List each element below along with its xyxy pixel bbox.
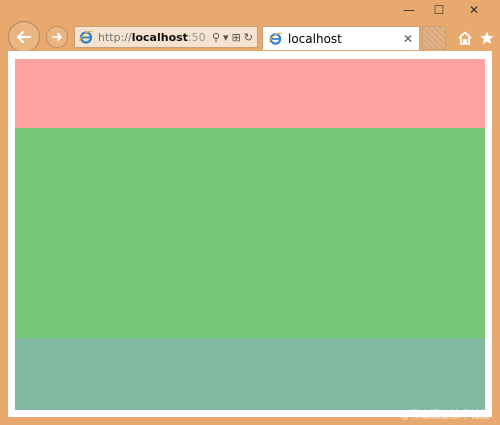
middle-block xyxy=(15,128,485,338)
star-icon[interactable] xyxy=(478,29,496,47)
address-bar[interactable]: http:// localhost :50 ⚲ ▾ ⊞ ↻ xyxy=(74,26,258,48)
browser-window: — ☐ ✕ http:// localhost :50 ⚲ ▾ ⊞ ↻ loca… xyxy=(0,0,500,425)
top-block xyxy=(15,59,485,128)
close-window-button[interactable]: ✕ xyxy=(454,2,494,18)
chevron-down-icon[interactable]: ▾ xyxy=(223,31,229,44)
compatibility-view-icon[interactable]: ⊞ xyxy=(232,31,241,44)
close-tab-icon[interactable]: ✕ xyxy=(403,32,413,46)
tab-localhost[interactable]: localhost ✕ xyxy=(262,26,420,50)
ie-logo-icon xyxy=(268,32,282,45)
window-controls: — ☐ ✕ xyxy=(394,2,494,18)
minimize-button[interactable]: — xyxy=(394,2,424,18)
back-button[interactable] xyxy=(8,21,40,53)
new-tab-button[interactable] xyxy=(422,26,446,50)
url-scheme: http:// xyxy=(98,30,132,44)
address-tools: ⚲ ▾ ⊞ ↻ xyxy=(209,30,257,44)
maximize-button[interactable]: ☐ xyxy=(424,2,454,18)
ie-logo-icon xyxy=(78,30,93,44)
watermark: @稀土掘金技术社区 xyxy=(400,410,490,421)
forward-button[interactable] xyxy=(46,26,68,48)
refresh-icon[interactable]: ↻ xyxy=(244,31,253,44)
tab-title: localhost xyxy=(288,31,342,46)
bottom-block xyxy=(15,338,485,410)
url-host: localhost xyxy=(131,30,188,44)
search-icon[interactable]: ⚲ xyxy=(212,31,220,44)
arrow-left-icon xyxy=(16,30,32,44)
home-icon[interactable] xyxy=(456,29,474,47)
url-port: :50 xyxy=(187,30,206,44)
page-viewport xyxy=(8,51,492,417)
arrow-right-icon xyxy=(52,33,62,41)
page-body xyxy=(15,59,485,410)
